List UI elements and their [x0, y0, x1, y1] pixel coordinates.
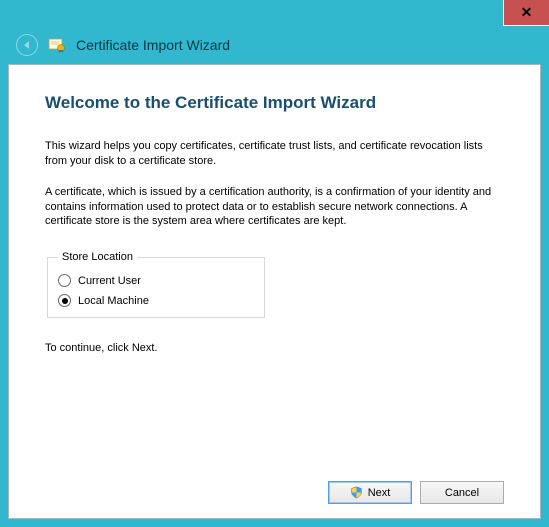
back-button	[16, 34, 38, 56]
cancel-button[interactable]: Cancel	[420, 481, 504, 504]
content-panel: Welcome to the Certificate Import Wizard…	[8, 64, 541, 519]
close-button[interactable]: ✕	[503, 0, 549, 26]
intro-paragraph-2: A certificate, which is issued by a cert…	[45, 185, 504, 230]
button-row: Next Cancel	[45, 475, 504, 504]
radio-label: Local Machine	[78, 295, 149, 307]
continue-hint: To continue, click Next.	[45, 342, 504, 354]
radio-local-machine[interactable]: Local Machine	[58, 294, 254, 307]
intro-paragraph-1: This wizard helps you copy certificates,…	[45, 139, 504, 169]
wizard-header: Certificate Import Wizard	[0, 26, 549, 64]
next-button[interactable]: Next	[328, 481, 412, 504]
wizard-title: Certificate Import Wizard	[76, 37, 230, 53]
radio-label: Current User	[78, 275, 141, 287]
arrow-left-icon	[24, 41, 29, 49]
close-icon: ✕	[521, 4, 533, 21]
radio-icon	[58, 274, 71, 287]
shield-icon	[350, 486, 363, 499]
wizard-window: ✕ Certificate Import Wizard Welcome to t…	[0, 0, 549, 527]
store-location-group: Store Location Current User Local Machin…	[47, 251, 265, 318]
radio-icon	[58, 294, 71, 307]
store-location-legend: Store Location	[58, 251, 137, 263]
title-bar: ✕	[0, 0, 549, 26]
certificate-icon	[48, 36, 66, 54]
cancel-button-label: Cancel	[445, 487, 479, 499]
page-heading: Welcome to the Certificate Import Wizard	[45, 93, 504, 113]
next-button-label: Next	[368, 487, 391, 499]
radio-current-user[interactable]: Current User	[58, 274, 254, 287]
